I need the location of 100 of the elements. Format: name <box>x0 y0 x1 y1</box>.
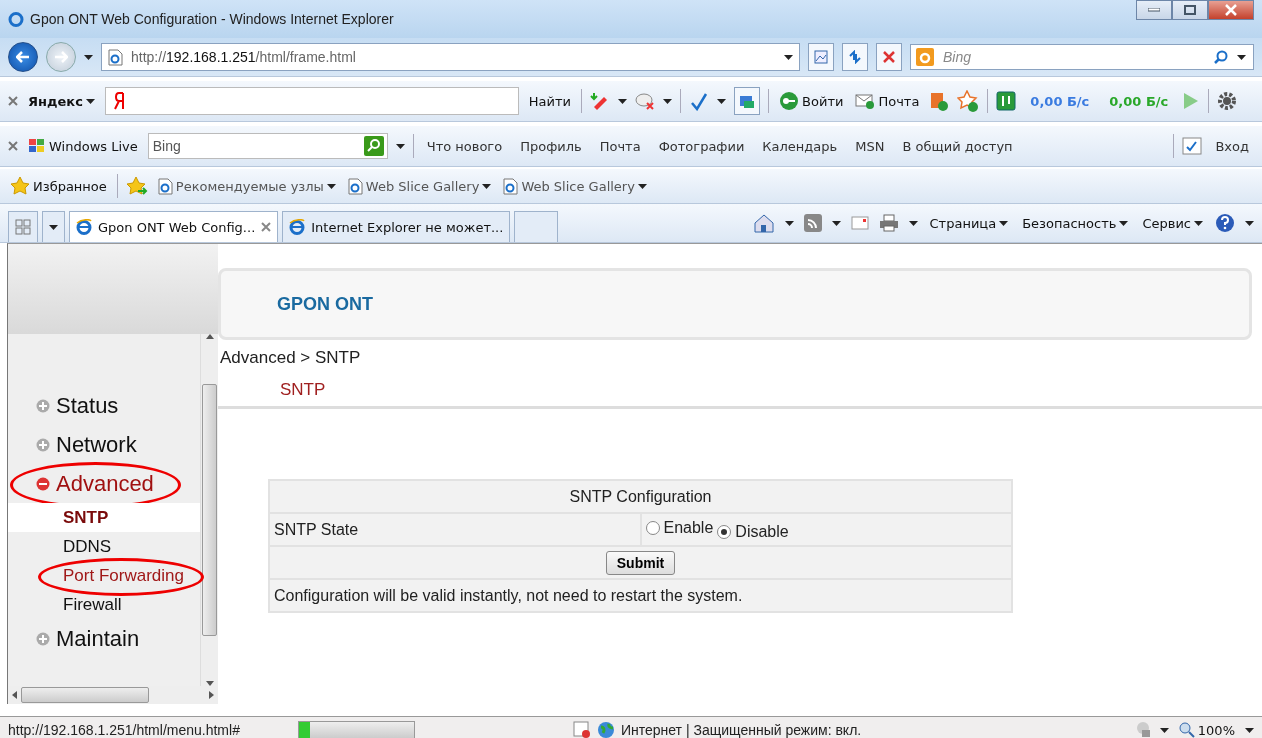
caret-icon[interactable] <box>908 220 918 226</box>
favorites-link[interactable]: Рекомендуемые узлы <box>155 177 338 195</box>
spellcheck-icon[interactable] <box>689 91 710 111</box>
checklist-icon[interactable] <box>1182 137 1203 155</box>
stop-button[interactable] <box>876 43 902 71</box>
security-zone: Интернет | Защищенный режим: вкл. <box>620 722 862 738</box>
toolbar-link[interactable]: Почта <box>594 138 646 154</box>
toolbar-link[interactable]: Профиль <box>515 138 587 154</box>
search-icon[interactable] <box>363 136 384 156</box>
refresh-button[interactable] <box>842 43 868 71</box>
menu-item[interactable]: Network <box>8 425 200 464</box>
add-favorite-icon[interactable] <box>125 176 148 196</box>
live-search-field[interactable]: Bing <box>147 133 388 159</box>
caret-icon[interactable] <box>84 54 93 60</box>
favorites-link[interactable]: Web Slice Gallery <box>345 177 494 195</box>
find-button[interactable]: Найти <box>526 93 574 109</box>
caret-icon[interactable] <box>831 220 841 226</box>
caret-icon[interactable] <box>1245 220 1254 226</box>
mail-button[interactable]: Почта <box>853 93 922 109</box>
browser-tab[interactable]: Gpon ONT Web Config... <box>69 211 279 242</box>
caret-icon[interactable] <box>784 220 794 226</box>
submenu-item[interactable]: SNTP <box>8 503 200 532</box>
scroll-left-icon[interactable] <box>12 691 17 699</box>
feed-icon[interactable] <box>803 214 822 232</box>
caret-icon[interactable] <box>85 98 95 104</box>
submenu-item[interactable]: DDNS <box>8 532 200 561</box>
caret-icon[interactable] <box>1159 727 1169 733</box>
command-menu-button[interactable]: Сервис <box>1140 215 1205 231</box>
sign-in-link[interactable]: Вход <box>1210 138 1254 154</box>
caret-icon[interactable] <box>663 98 673 104</box>
favorites-button[interactable]: Избранное <box>8 176 109 196</box>
caret-icon[interactable] <box>1194 220 1203 226</box>
speech-bubble-icon[interactable] <box>635 92 656 110</box>
browser-tab[interactable]: Internet Explorer не может... <box>282 211 511 242</box>
caret-icon[interactable] <box>1245 727 1254 733</box>
note-text: Configuration will be valid instantly, not need to restart the system. <box>269 579 1012 612</box>
vertical-scrollbar[interactable] <box>200 334 218 686</box>
globe-icon <box>596 721 615 738</box>
print-icon[interactable] <box>878 214 899 232</box>
submit-button[interactable]: Submit <box>605 550 676 575</box>
submenu-item[interactable]: Firewall <box>8 590 200 619</box>
search-icon[interactable] <box>1214 50 1228 64</box>
compatibility-view-button[interactable] <box>808 43 834 71</box>
close-button[interactable] <box>1208 0 1254 20</box>
caret-icon[interactable] <box>717 98 727 104</box>
toolbar-link[interactable]: В общий доступ <box>897 138 1018 154</box>
tab-list-button[interactable] <box>42 211 65 242</box>
back-button[interactable] <box>8 42 38 72</box>
caret-icon[interactable] <box>326 183 336 189</box>
page-icon <box>347 177 363 195</box>
settings-icon[interactable] <box>1217 91 1238 111</box>
caret-icon[interactable] <box>1119 220 1129 226</box>
home-icon[interactable] <box>752 213 775 233</box>
caret-icon[interactable] <box>999 220 1009 226</box>
favorites-link[interactable]: Web Slice Gallery <box>501 177 649 195</box>
caret-icon[interactable] <box>1237 55 1246 60</box>
caret-icon[interactable] <box>784 54 793 60</box>
field-label: SNTP State <box>269 513 641 546</box>
radio-option[interactable]: Enable <box>645 518 714 537</box>
yandex-search-field[interactable] <box>104 87 519 115</box>
caret-icon[interactable] <box>618 98 628 104</box>
toolbar-link[interactable]: Календарь <box>757 138 843 154</box>
command-menu-button[interactable]: Страница <box>927 215 1011 231</box>
command-menu-button[interactable]: Безопасность <box>1020 215 1131 231</box>
broken-page-icon <box>814 50 828 64</box>
menu-item[interactable]: Status <box>8 386 200 425</box>
bing-logo-icon <box>916 48 934 66</box>
search-field[interactable]: Bing <box>910 44 1254 70</box>
login-button[interactable]: Войти <box>777 91 846 111</box>
caret-icon[interactable] <box>482 183 492 189</box>
ie-logo-icon <box>289 219 306 235</box>
page-view-button[interactable] <box>734 87 761 115</box>
menu-item[interactable]: Maintain <box>8 619 200 658</box>
torrent-icon[interactable] <box>996 91 1017 111</box>
help-icon[interactable] <box>1215 213 1235 233</box>
address-field[interactable]: http://192.168.1.251/html/frame.html <box>101 43 800 71</box>
toolbar-link[interactable]: Что нового <box>421 138 508 154</box>
toolbar-link[interactable]: Фотографии <box>653 138 750 154</box>
close-icon[interactable] <box>261 222 272 232</box>
windows-live-button[interactable]: Windows Live <box>26 138 140 154</box>
maximize-button[interactable] <box>1172 0 1208 20</box>
page-icon <box>108 48 123 66</box>
yandex-menu-button[interactable]: Яндекс <box>26 93 97 109</box>
toolbar-link[interactable]: MSN <box>850 138 890 154</box>
ie-logo-icon <box>76 219 92 235</box>
zoom-button[interactable]: 100% <box>1176 722 1237 738</box>
close-icon[interactable] <box>8 96 18 106</box>
caret-icon[interactable] <box>637 183 647 189</box>
minimize-button[interactable] <box>1136 0 1172 20</box>
menu-item[interactable]: Advanced <box>8 464 200 503</box>
breadcrumb: Advanced > SNTP <box>219 347 362 368</box>
close-icon[interactable] <box>8 141 18 151</box>
horizontal-scrollbar[interactable] <box>8 686 218 704</box>
mail-icon[interactable] <box>850 216 869 230</box>
star-icon[interactable] <box>957 90 980 112</box>
submenu-item[interactable]: Port Forwarding <box>8 561 200 590</box>
scroll-right-icon[interactable] <box>209 691 214 699</box>
radio-option[interactable]: Disable <box>717 522 789 541</box>
page-icon <box>503 177 519 195</box>
caret-icon[interactable] <box>395 143 405 149</box>
